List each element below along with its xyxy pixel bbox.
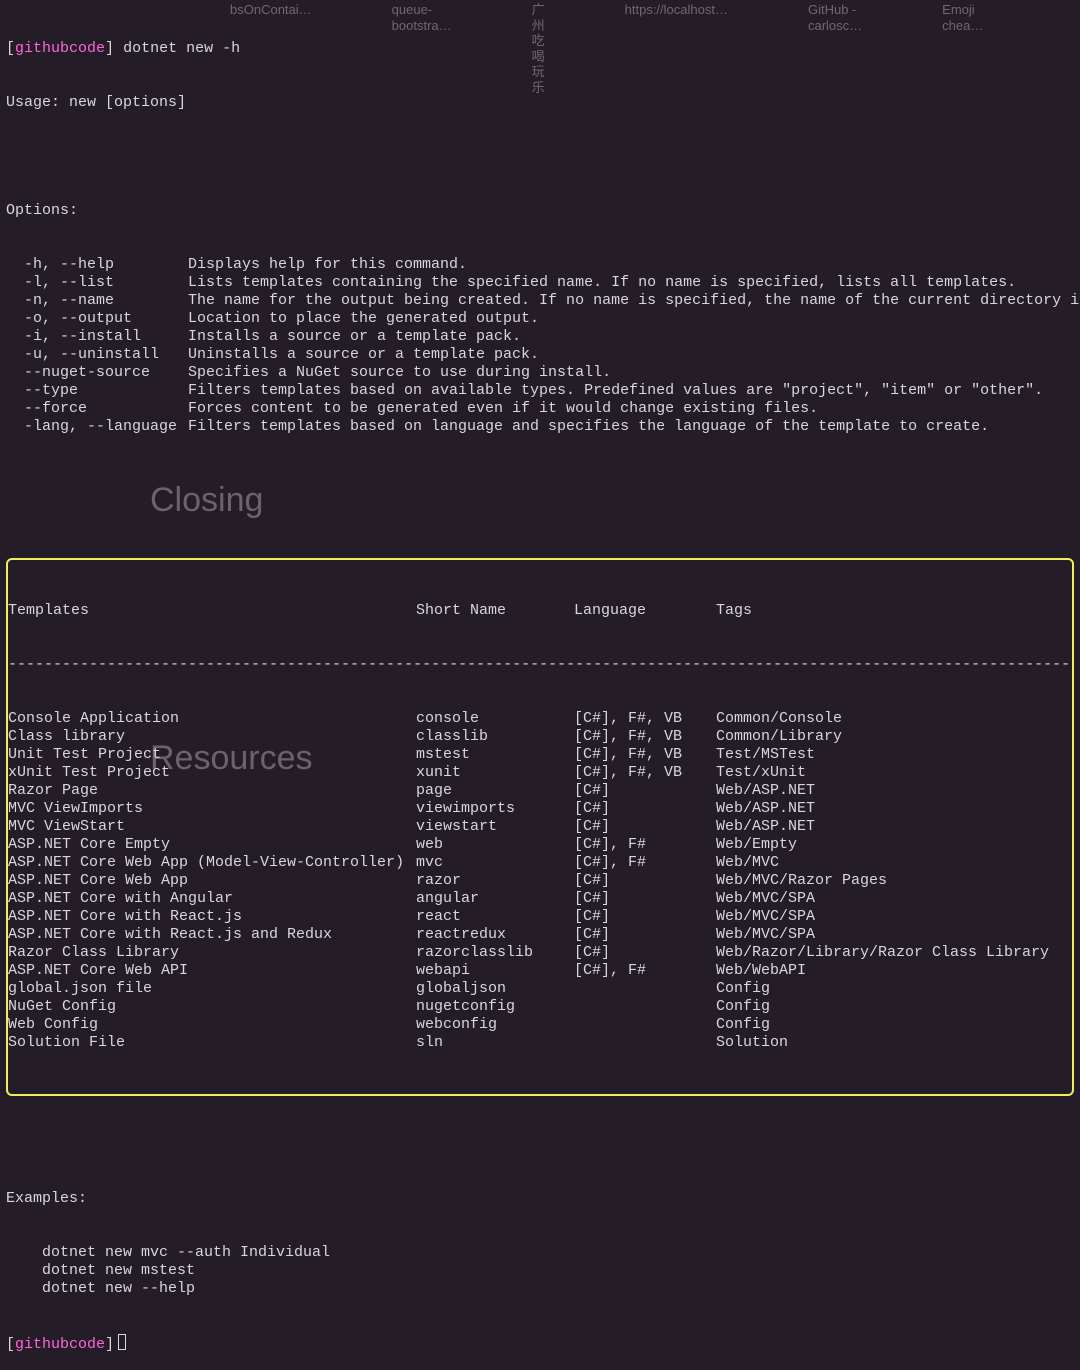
template-row: Unit Test Projectmstest[C#], F#, VBTest/… <box>8 746 1072 764</box>
cursor-icon <box>118 1334 126 1350</box>
example-line: dotnet new mvc --auth Individual <box>6 1244 1074 1262</box>
example-line: dotnet new mstest <box>6 1262 1074 1280</box>
template-row: Solution FileslnSolution <box>8 1034 1072 1052</box>
template-row: Class libraryclasslib[C#], F#, VBCommon/… <box>8 728 1072 746</box>
template-row: xUnit Test Projectxunit[C#], F#, VBTest/… <box>8 764 1072 782</box>
option-row: --nuget-sourceSpecifies a NuGet source t… <box>6 364 1074 382</box>
template-row: ASP.NET Core with Angularangular[C#]Web/… <box>8 890 1072 908</box>
options-header: Options: <box>6 202 1074 220</box>
divider: ----------------------------------------… <box>8 656 1072 674</box>
template-row: ASP.NET Core Emptyweb[C#], F#Web/Empty <box>8 836 1072 854</box>
usage-line: Usage: new [options] <box>6 94 1074 112</box>
templates-list: Console Applicationconsole[C#], F#, VBCo… <box>8 710 1072 1052</box>
examples-header: Examples: <box>6 1190 1074 1208</box>
templates-box: Templates Short Name Language Tags -----… <box>6 558 1074 1096</box>
template-row: ASP.NET Core with React.jsreact[C#]Web/M… <box>8 908 1072 926</box>
template-row: Razor Class Libraryrazorclasslib[C#]Web/… <box>8 944 1072 962</box>
option-row: -n, --nameThe name for the output being … <box>6 292 1074 310</box>
template-row: MVC ViewImportsviewimports[C#]Web/ASP.NE… <box>8 800 1072 818</box>
template-row: ASP.NET Core with React.js and Reduxreac… <box>8 926 1072 944</box>
template-row: NuGet ConfignugetconfigConfig <box>8 998 1072 1016</box>
template-row: Web ConfigwebconfigConfig <box>8 1016 1072 1034</box>
template-row: Console Applicationconsole[C#], F#, VBCo… <box>8 710 1072 728</box>
option-row: -o, --outputLocation to place the genera… <box>6 310 1074 328</box>
prompt-line-2[interactable]: [githubcode] <box>6 1334 1074 1354</box>
template-row: ASP.NET Core Web Apprazor[C#]Web/MVC/Raz… <box>8 872 1072 890</box>
template-row: MVC ViewStartviewstart[C#]Web/ASP.NET <box>8 818 1072 836</box>
option-row: -l, --listLists templates containing the… <box>6 274 1074 292</box>
option-row: -u, --uninstallUninstalls a source or a … <box>6 346 1074 364</box>
examples-list: dotnet new mvc --auth Individualdotnet n… <box>6 1244 1074 1298</box>
example-line: dotnet new --help <box>6 1280 1074 1298</box>
option-row: --typeFilters templates based on availab… <box>6 382 1074 400</box>
template-row: global.json fileglobaljsonConfig <box>8 980 1072 998</box>
template-row: Razor Pagepage[C#]Web/ASP.NET <box>8 782 1072 800</box>
template-row: ASP.NET Core Web APIwebapi[C#], F#Web/We… <box>8 962 1072 980</box>
templates-header: Templates Short Name Language Tags <box>8 602 1072 620</box>
option-row: -lang, --languageFilters templates based… <box>6 418 1074 436</box>
options-list: -h, --helpDisplays help for this command… <box>6 256 1074 436</box>
prompt-line: [githubcode] dotnet new -h <box>6 40 1074 58</box>
option-row: -h, --helpDisplays help for this command… <box>6 256 1074 274</box>
option-row: -i, --installInstalls a source or a temp… <box>6 328 1074 346</box>
terminal-output[interactable]: [githubcode] dotnet new -h Usage: new [o… <box>6 4 1074 1370</box>
template-row: ASP.NET Core Web App (Model-View-Control… <box>8 854 1072 872</box>
option-row: --forceForces content to be generated ev… <box>6 400 1074 418</box>
